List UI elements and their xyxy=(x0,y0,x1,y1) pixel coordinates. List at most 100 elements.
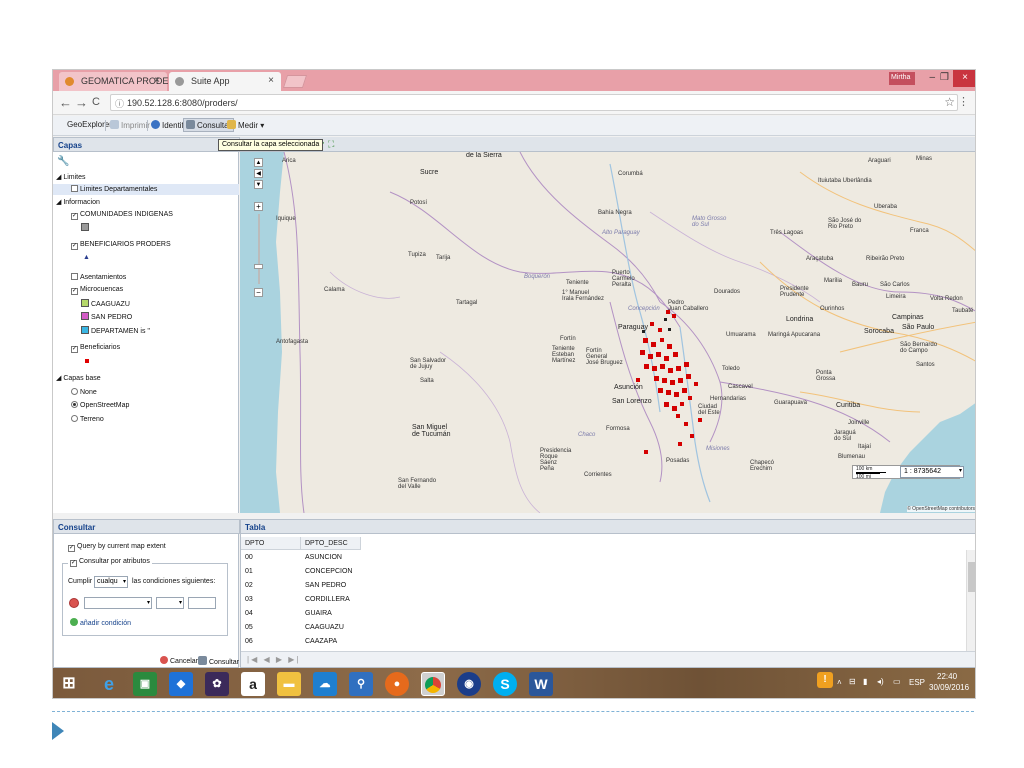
checkbox[interactable]: ✓ xyxy=(68,545,75,552)
remove-condition-icon[interactable] xyxy=(69,598,79,608)
table-row[interactable]: 00 ASUNCION xyxy=(241,551,963,565)
checkbox[interactable]: ✓ xyxy=(71,213,78,220)
chrome-icon[interactable] xyxy=(421,672,445,696)
table-scrollbar[interactable] xyxy=(966,550,975,652)
clock-time[interactable]: 22:40 xyxy=(937,672,957,681)
tray-battery-icon[interactable]: ▮ xyxy=(863,677,867,686)
clock-date[interactable]: 30/09/2016 xyxy=(929,683,969,692)
network-icon[interactable]: ⚲ xyxy=(349,672,373,696)
forward-icon[interactable]: → xyxy=(75,95,88,110)
wrench-icon[interactable]: 🔧 xyxy=(57,156,69,167)
alert-icon[interactable]: ! xyxy=(817,672,833,688)
zoom-slider-track[interactable] xyxy=(258,214,260,284)
field-select[interactable]: ▾ xyxy=(84,597,152,609)
radio[interactable] xyxy=(71,401,78,408)
checkbox[interactable]: ✓ xyxy=(71,243,78,250)
pan-up-icon[interactable]: ▲ xyxy=(254,158,263,167)
zoom-in-button[interactable]: + xyxy=(254,202,263,211)
amazon-icon[interactable]: a xyxy=(241,672,265,696)
file-explorer-icon[interactable]: ▬ xyxy=(277,672,301,696)
table-row[interactable]: 02 SAN PEDRO xyxy=(241,579,963,593)
zoom-slider-thumb[interactable] xyxy=(254,264,263,269)
tray-network-icon[interactable]: ⊟ xyxy=(849,677,856,686)
group-limites[interactable]: ◢ Limites xyxy=(56,173,86,181)
windows-start-icon[interactable]: ⊞ xyxy=(57,672,81,696)
media-icon[interactable]: ✿ xyxy=(205,672,229,696)
tab-close-icon[interactable]: × xyxy=(268,75,274,86)
full-extent-icon[interactable]: ⛶ xyxy=(328,139,334,150)
operator-select[interactable]: ▾ xyxy=(156,597,184,609)
add-condition-button[interactable]: añadir condición xyxy=(70,618,131,627)
baselayer-terreno[interactable]: Terreno xyxy=(71,415,104,423)
checkbox[interactable] xyxy=(71,273,78,280)
submit-query-button[interactable]: Consultar xyxy=(198,656,239,666)
table-row[interactable]: 05 CAAGUAZU xyxy=(241,621,963,635)
minimize-icon[interactable]: – xyxy=(929,72,935,83)
group-informacion[interactable]: ◢ Informacion xyxy=(56,198,100,206)
pan-down-icon[interactable]: ▼ xyxy=(254,180,263,189)
store-icon[interactable]: ▣ xyxy=(133,672,157,696)
back-icon[interactable]: ← xyxy=(59,95,72,110)
close-window-button[interactable]: × xyxy=(953,70,975,87)
extent-option[interactable]: ✓ Query by current map extent xyxy=(68,543,166,552)
cancel-button[interactable]: Cancelar xyxy=(160,656,198,665)
column-header-dpto[interactable]: DPTO xyxy=(241,537,301,550)
globe-icon[interactable]: ◉ xyxy=(457,672,481,696)
checkbox[interactable]: ✓ xyxy=(71,288,78,295)
layer-microcuencas[interactable]: ✓ Microcuencas xyxy=(71,286,123,295)
tray-keyboard-icon[interactable]: ▭ xyxy=(893,677,901,686)
pan-control[interactable]: ▲ ◀ ▼ xyxy=(254,158,264,198)
print-button[interactable]: Imprimir xyxy=(110,120,150,130)
map-attribution[interactable]: © OpenStreetMap contributors xyxy=(907,506,975,512)
table-row[interactable]: 06 CAAZAPA xyxy=(241,635,963,649)
baselayer-osm[interactable]: OpenStreetMap xyxy=(71,401,129,409)
menu-icon[interactable]: ⋮ xyxy=(958,95,969,108)
skype-icon[interactable]: S xyxy=(493,672,517,696)
tab-close-icon[interactable]: × xyxy=(154,75,160,86)
group-capas-base[interactable]: ◢ Capas base xyxy=(56,374,101,382)
onedrive-icon[interactable]: ☁ xyxy=(313,672,337,696)
layer-beneficiarios[interactable]: ✓ Beneficiarios xyxy=(71,344,120,353)
url-input[interactable]: ⓘ 190.52.128.6:8080/proders/ xyxy=(110,94,958,111)
tab-suite-app[interactable]: Suite App × xyxy=(169,72,281,91)
match-select[interactable]: cualqu ▾ xyxy=(94,576,128,588)
radio[interactable] xyxy=(71,415,78,422)
value-input[interactable] xyxy=(188,597,216,609)
zoom-out-button[interactable]: − xyxy=(254,288,263,297)
measure-button[interactable]: Medir ▾ xyxy=(227,120,264,130)
tray-chevron-icon[interactable]: ˄ xyxy=(837,678,842,687)
table-row[interactable]: 04 GUAIRA xyxy=(241,607,963,621)
scale-select[interactable]: 1 : 8735642 ▾ xyxy=(900,466,964,478)
tray-volume-icon[interactable]: ◂) xyxy=(877,677,884,686)
info-icon[interactable]: ⓘ xyxy=(115,97,124,110)
new-tab-button[interactable] xyxy=(282,75,308,88)
firefox-icon[interactable]: ● xyxy=(385,672,409,696)
bookmark-icon[interactable]: ☆ xyxy=(944,95,955,109)
layer-comunidades[interactable]: ✓ COMUNIDADES INDIGENAS xyxy=(71,211,173,220)
radio[interactable] xyxy=(71,388,78,395)
pager-controls[interactable]: |◀ ◀ ▶ ▶| xyxy=(247,655,300,664)
checkbox[interactable]: ✓ xyxy=(70,560,77,567)
language-indicator[interactable]: ESP xyxy=(909,678,925,687)
attribute-option[interactable]: ✓ Consultar por atributos xyxy=(68,558,152,567)
scrollbar-thumb[interactable] xyxy=(968,562,975,592)
reload-icon[interactable]: C xyxy=(92,96,100,108)
dropbox-icon[interactable]: ◆ xyxy=(169,672,193,696)
map-view[interactable]: ▲ ◀ ▼ + − de la Sierra Arica Sucre Corum… xyxy=(240,152,975,513)
table-row[interactable]: 03 CORDILLERA xyxy=(241,593,963,607)
internet-explorer-icon[interactable]: e xyxy=(97,672,121,696)
baselayer-none[interactable]: None xyxy=(71,388,97,396)
restore-icon[interactable]: ❐ xyxy=(940,72,949,83)
layer-limites-departamentales[interactable]: Limites Departamentales xyxy=(71,185,157,193)
column-header-dpto-desc[interactable]: DPTO_DESC xyxy=(301,537,361,550)
user-badge[interactable]: Mirtha xyxy=(889,72,915,85)
pan-left-icon[interactable]: ◀ xyxy=(254,169,263,178)
layer-beneficiarios-proders[interactable]: ✓ BENEFICIARIOS PRODERS xyxy=(71,241,171,250)
tab-geomatica[interactable]: GEOMATICA PRODERS × xyxy=(59,72,181,91)
checkbox[interactable] xyxy=(71,185,78,192)
layer-asentamientos[interactable]: Asentamientos xyxy=(71,273,126,281)
point-marker xyxy=(640,350,645,355)
word-icon[interactable]: W xyxy=(529,672,553,696)
checkbox[interactable]: ✓ xyxy=(71,346,78,353)
table-row[interactable]: 01 CONCEPCION xyxy=(241,565,963,579)
